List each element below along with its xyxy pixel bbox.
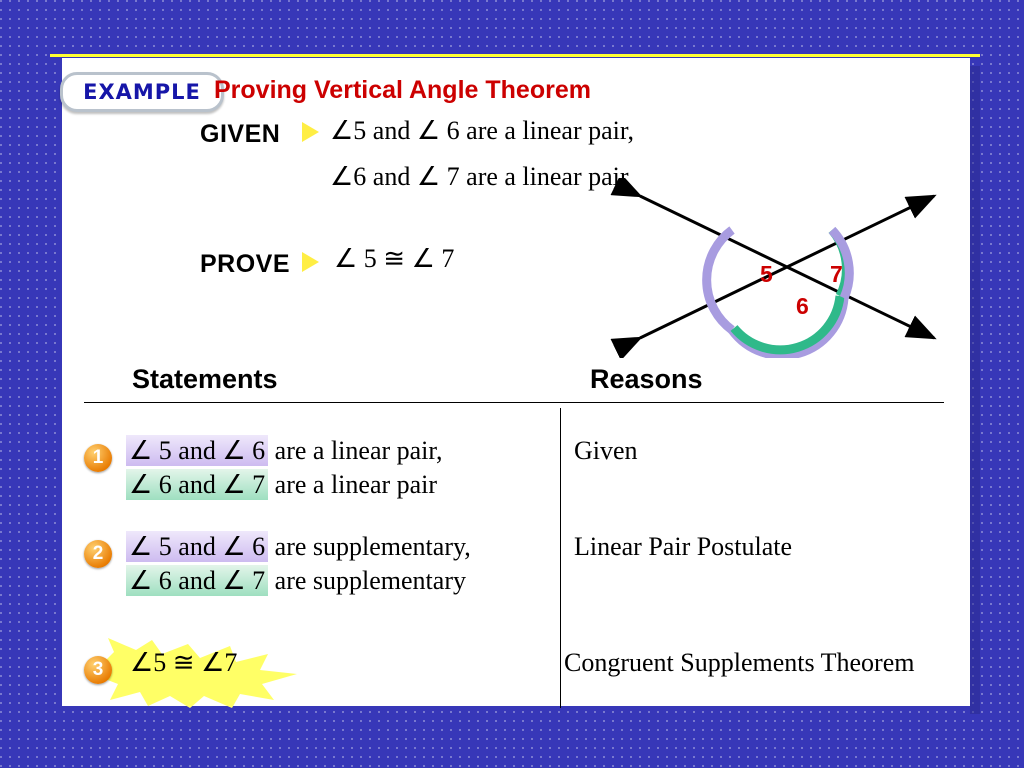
panel-shadow bbox=[970, 66, 980, 714]
prove-statement: ∠ 5 ≅ ∠ 7 bbox=[334, 244, 455, 273]
header-divider bbox=[84, 402, 944, 403]
statement-3-text: ∠5 ≅ ∠7 bbox=[130, 648, 238, 677]
diagram-svg: 5 6 7 bbox=[610, 173, 937, 361]
statement-1-line-1-highlight: ∠ 5 and ∠ 6 bbox=[126, 435, 269, 466]
statement-3-line-1: ∠5 ≅ ∠7 bbox=[130, 648, 237, 678]
arc-purple-left bbox=[702, 226, 735, 334]
statement-1-line-2-tail: are a linear pair bbox=[268, 470, 438, 499]
vertical-angles-diagram: 5 6 7 bbox=[582, 173, 952, 361]
top-yellow-rule bbox=[50, 54, 980, 57]
reason-2: Linear Pair Postulate bbox=[574, 532, 793, 561]
statement-1-line-2: ∠ 6 and ∠ 7 are a linear pair bbox=[126, 469, 438, 500]
angle-label-5: 5 bbox=[760, 261, 773, 287]
statement-2-line-1-highlight: ∠ 5 and ∠ 6 bbox=[126, 531, 269, 562]
header-reasons: Reasons bbox=[590, 364, 703, 394]
given-arrow-icon bbox=[302, 122, 319, 142]
example-badge-label: EXAMPLE bbox=[83, 80, 201, 104]
statement-1-line-2-highlight: ∠ 6 and ∠ 7 bbox=[126, 469, 269, 500]
given-label: GIVEN bbox=[200, 120, 281, 148]
statement-2-line-2: ∠ 6 and ∠ 7 are supplementary bbox=[126, 565, 466, 596]
page-title: Proving Vertical Angle Theorem bbox=[214, 76, 591, 104]
step-number-1: 1 bbox=[84, 444, 112, 472]
statement-1-line-1: ∠ 5 and ∠ 6 are a linear pair, bbox=[126, 435, 443, 466]
statement-2-line-2-highlight: ∠ 6 and ∠ 7 bbox=[126, 565, 269, 596]
reason-3: Congruent Supplements Theorem bbox=[564, 648, 915, 677]
column-divider bbox=[560, 408, 561, 708]
prove-arrow-icon bbox=[302, 252, 319, 272]
content-panel: EXAMPLE Proving Vertical Angle Theorem G… bbox=[60, 58, 970, 708]
given-statement-1: ∠5 and ∠ 6 are a linear pair, bbox=[330, 116, 635, 145]
slide: EXAMPLE Proving Vertical Angle Theorem G… bbox=[42, 38, 982, 716]
angle-label-6: 6 bbox=[796, 293, 809, 319]
reason-1: Given bbox=[574, 436, 638, 465]
step-number-2: 2 bbox=[84, 540, 112, 568]
prove-label: PROVE bbox=[200, 250, 291, 278]
angle-label-7: 7 bbox=[830, 261, 843, 287]
statement-2-line-1: ∠ 5 and ∠ 6 are supplementary, bbox=[126, 531, 471, 562]
statement-1-line-1-tail: are a linear pair, bbox=[268, 436, 443, 465]
statement-2-line-1-tail: are supplementary, bbox=[268, 532, 471, 561]
statement-2-line-2-tail: are supplementary bbox=[268, 566, 466, 595]
example-badge: EXAMPLE bbox=[60, 72, 224, 112]
step-number-3: 3 bbox=[84, 656, 112, 684]
header-statements: Statements bbox=[132, 364, 278, 394]
